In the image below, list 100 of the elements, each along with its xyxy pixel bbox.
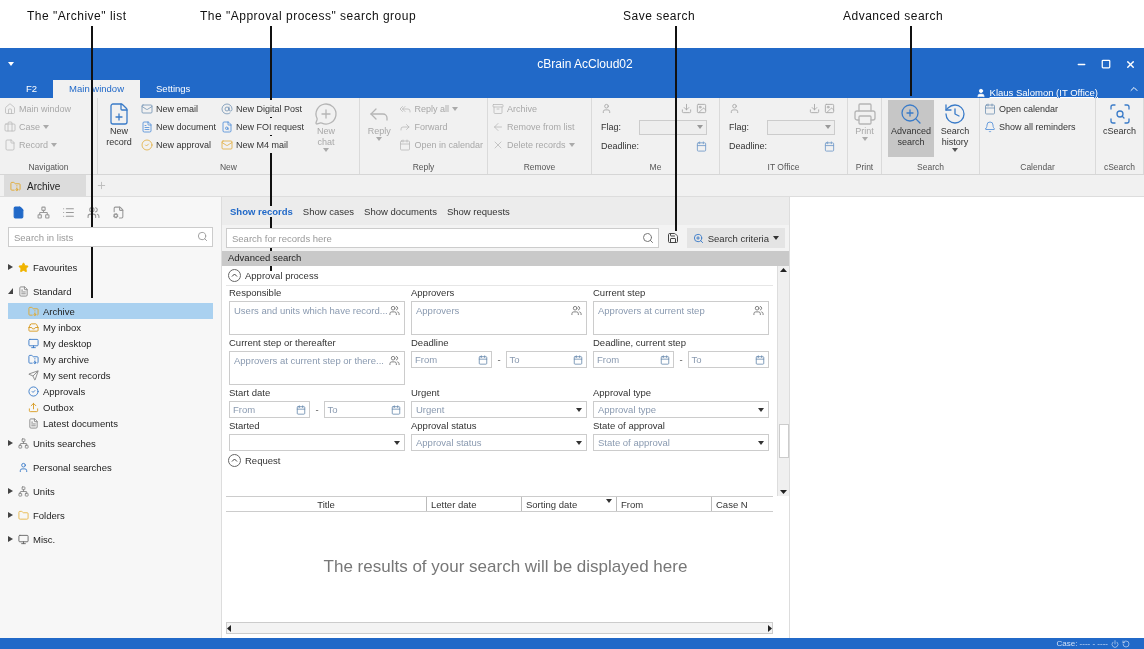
view-tab[interactable]: Show records <box>230 205 293 217</box>
arrow-left-icon <box>492 120 504 133</box>
tree-item[interactable]: Approvals <box>8 383 213 399</box>
expand-triangle-icon[interactable] <box>8 440 13 446</box>
scroll-left-arrow-icon[interactable] <box>227 624 231 632</box>
chevron-up-icon <box>228 269 241 282</box>
search-field[interactable]: Search in lists <box>8 227 213 247</box>
column-header[interactable]: Letter date <box>426 497 521 511</box>
dropdown-field[interactable] <box>229 434 405 451</box>
field-label: State of approval <box>593 419 666 432</box>
calendar-icon[interactable] <box>296 404 307 415</box>
scrollbar-thumb[interactable] <box>778 424 789 458</box>
network-icon[interactable] <box>37 205 50 219</box>
tree-item[interactable]: Personal searches <box>8 455 213 479</box>
save-icon[interactable] <box>666 232 679 244</box>
tree-item[interactable]: Standard <box>8 279 213 303</box>
user-link[interactable]: Klaus Salomon (IT Office) <box>989 87 1098 98</box>
tree-item[interactable]: My sent records <box>8 367 213 383</box>
scroll-right-arrow-icon[interactable] <box>768 624 772 632</box>
tree-item[interactable]: Units searches <box>8 431 213 455</box>
tree-item[interactable]: Favourites <box>8 255 213 279</box>
field-label: Current step <box>593 286 647 299</box>
search-field[interactable]: Search for records here <box>226 228 659 248</box>
ribbon-item[interactable]: New FOI request <box>220 118 306 135</box>
calendar-icon[interactable] <box>391 404 401 415</box>
section-toggle[interactable]: Request <box>226 451 773 470</box>
deadline-label: Deadline: <box>601 141 640 151</box>
document-icon[interactable] <box>112 205 125 219</box>
callout-label: Advanced search <box>843 9 944 23</box>
tree-item[interactable]: My desktop <box>8 335 213 351</box>
caret-icon <box>576 407 582 412</box>
view-tab[interactable]: Show documents <box>364 205 437 217</box>
search-plus-button[interactable]: Advanced search <box>888 100 934 157</box>
upload-icon <box>28 401 39 413</box>
maximize-icon[interactable] <box>1101 59 1111 69</box>
list-icon[interactable] <box>62 205 75 219</box>
person-icon <box>729 102 740 114</box>
section-toggle[interactable]: Approval process <box>226 266 773 285</box>
calendar-icon[interactable] <box>478 354 489 365</box>
tree-item[interactable]: My archive <box>8 351 213 367</box>
people-icon[interactable] <box>87 205 100 219</box>
document-tab[interactable]: Archive <box>4 175 87 196</box>
tree-item[interactable]: Folders <box>8 503 213 527</box>
briefcase-icon <box>4 120 16 133</box>
caret-icon <box>952 148 958 152</box>
calendar-icon[interactable] <box>573 354 583 365</box>
scroll-up-arrow-icon[interactable] <box>780 268 787 272</box>
column-header[interactable]: Sorting date <box>521 497 616 511</box>
field-label: Start date <box>229 386 272 399</box>
tree-item[interactable]: Archive <box>8 303 213 319</box>
view-tab[interactable]: Show cases <box>302 205 355 217</box>
tree-item[interactable]: My inbox <box>8 319 213 335</box>
ribbon-tab[interactable]: Settings <box>140 80 207 98</box>
view-tab[interactable]: Show requests <box>446 205 510 217</box>
clock-button[interactable]: Search history <box>937 100 973 157</box>
refresh-icon[interactable] <box>1122 639 1130 648</box>
calendar-icon[interactable] <box>755 354 765 365</box>
ribbon-item[interactable]: Show all reminders <box>983 118 1077 135</box>
leader-line <box>910 26 912 96</box>
field-label: Approval status <box>411 419 478 432</box>
add-tab-icon[interactable] <box>96 180 108 191</box>
document-icon <box>4 138 16 151</box>
ribbon-tab[interactable]: Main window <box>53 80 140 98</box>
calendar-icon[interactable] <box>696 140 707 152</box>
mail-icon <box>221 138 234 151</box>
send-icon <box>28 369 39 381</box>
range-dash: - <box>497 354 501 365</box>
people-icon <box>389 305 400 316</box>
scrollbar[interactable] <box>777 266 789 496</box>
document-icon[interactable] <box>12 205 25 219</box>
calendar-icon[interactable] <box>660 354 671 365</box>
power-icon[interactable] <box>1111 639 1119 648</box>
scrollbar[interactable] <box>226 622 773 634</box>
collapse-triangle-icon[interactable] <box>8 288 13 294</box>
flag-label: Flag: <box>601 122 621 132</box>
column-header[interactable]: From <box>616 497 711 511</box>
tree-item[interactable]: Latest documents <box>8 415 213 431</box>
expand-triangle-icon[interactable] <box>8 536 13 542</box>
caret-icon <box>825 125 831 129</box>
expand-triangle-icon[interactable] <box>8 512 13 518</box>
tree-item[interactable]: Units <box>8 479 213 503</box>
calendar-icon <box>399 138 412 151</box>
scroll-down-arrow-icon[interactable] <box>780 490 787 494</box>
new-document-button[interactable]: New record <box>101 100 137 157</box>
group-label: Me <box>648 161 663 174</box>
caret-icon <box>697 125 703 129</box>
column-header[interactable]: Case N <box>711 497 771 511</box>
ribbon-tab[interactable]: F2 <box>10 80 54 98</box>
caret-icon <box>8 62 14 66</box>
expand-triangle-icon[interactable] <box>8 264 13 270</box>
calendar-icon[interactable] <box>824 140 835 152</box>
close-icon[interactable] <box>1125 58 1136 70</box>
column-header[interactable]: Title <box>226 497 426 511</box>
caret-icon <box>394 440 400 445</box>
ribbon-item[interactable]: New document <box>140 118 218 135</box>
search-criteria-button[interactable]: Search criteria <box>686 228 785 248</box>
tree-item[interactable]: Misc. <box>8 527 213 551</box>
expand-triangle-icon[interactable] <box>8 488 13 494</box>
tree-item[interactable]: Outbox <box>8 399 213 415</box>
search-button[interactable]: cSearch <box>1101 100 1138 157</box>
